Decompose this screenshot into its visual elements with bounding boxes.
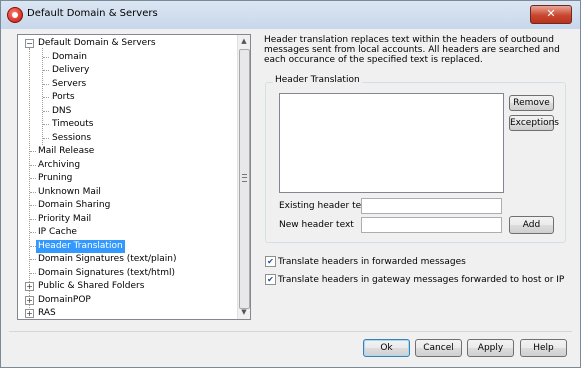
tree-item-pruning[interactable]: Pruning	[36, 172, 74, 185]
translate-forwarded-label[interactable]: Translate headers in forwarded messages	[278, 257, 466, 267]
tree-item-header-translation[interactable]: Header Translation	[36, 240, 125, 253]
add-button[interactable]: Add	[509, 216, 554, 234]
tree-line	[43, 84, 49, 85]
new-header-label: New header text	[279, 220, 354, 230]
expand-icon[interactable]: +	[25, 282, 34, 291]
collapse-icon[interactable]: −	[25, 39, 34, 48]
tree-item-ports[interactable]: Ports	[50, 91, 77, 104]
tree-item-public-shared-folders[interactable]: Public & Shared Folders	[36, 280, 146, 293]
dialog-window: Default Domain & Servers ✕ − Default Dom…	[0, 0, 581, 368]
existing-header-label: Existing header text	[279, 201, 370, 211]
expand-icon[interactable]: +	[25, 309, 34, 318]
scroll-up-icon[interactable]: ▲	[238, 35, 250, 47]
tree-item-dns[interactable]: DNS	[50, 105, 73, 118]
exceptions-button[interactable]: Exceptions	[509, 115, 559, 131]
tree-line	[29, 48, 30, 319]
tree-line	[43, 111, 49, 112]
ok-button[interactable]: Ok	[363, 339, 410, 357]
tree-item-domain-signatures-html[interactable]: Domain Signatures (text/html)	[36, 267, 177, 280]
footer-divider	[9, 331, 572, 332]
translate-gateway-label[interactable]: Translate headers in gateway messages fo…	[278, 275, 564, 285]
tree-item-delivery[interactable]: Delivery	[50, 64, 91, 77]
tree-item-domain-sharing[interactable]: Domain Sharing	[36, 199, 112, 212]
page-description: Header translation replaces text within …	[264, 35, 560, 65]
tree-line	[43, 97, 49, 98]
grip-icon	[242, 174, 247, 182]
translate-forwarded-checkbox[interactable]: ✔	[265, 256, 276, 267]
tree-item-ras[interactable]: RAS	[36, 307, 58, 319]
tree-item-domain[interactable]: Domain	[50, 51, 89, 64]
tree-item-priority-mail[interactable]: Priority Mail	[36, 213, 93, 226]
tree-item-default-domain[interactable]: Default Domain & Servers	[36, 37, 158, 50]
group-label: Header Translation	[273, 75, 362, 85]
tree-item-unknown-mail[interactable]: Unknown Mail	[36, 186, 103, 199]
tree-scrollbar[interactable]: ▲ ▼	[237, 35, 250, 319]
settings-tree[interactable]: − Default Domain & Servers Domain Delive…	[17, 34, 251, 320]
tree-line	[43, 138, 49, 139]
scroll-down-icon[interactable]: ▼	[238, 306, 250, 318]
remove-button[interactable]: Remove	[509, 95, 554, 111]
translate-gateway-checkbox[interactable]: ✔	[265, 274, 276, 285]
cancel-button[interactable]: Cancel	[415, 339, 462, 357]
tree-item-domain-signatures-plain[interactable]: Domain Signatures (text/plain)	[36, 253, 179, 266]
tree-item-timeouts[interactable]: Timeouts	[50, 118, 95, 131]
help-button[interactable]: Help	[520, 339, 567, 357]
translation-list[interactable]	[279, 93, 504, 193]
tree-item-archiving[interactable]: Archiving	[36, 159, 82, 172]
window-title: Default Domain & Servers	[27, 8, 158, 19]
tree-item-sessions[interactable]: Sessions	[50, 132, 93, 145]
scroll-thumb[interactable]	[239, 49, 250, 309]
app-logo-icon	[7, 7, 23, 23]
tree-item-ip-cache[interactable]: IP Cache	[36, 226, 79, 239]
close-button[interactable]: ✕	[530, 5, 572, 24]
tree-item-domainpop[interactable]: DomainPOP	[36, 294, 93, 307]
tree-item-mail-release[interactable]: Mail Release	[36, 145, 96, 158]
new-header-field[interactable]	[361, 217, 502, 233]
tree-line	[43, 57, 49, 58]
tree-line	[43, 124, 49, 125]
expand-icon[interactable]: +	[25, 296, 34, 305]
existing-header-field[interactable]	[361, 198, 502, 214]
title-bar[interactable]: Default Domain & Servers ✕	[1, 1, 580, 29]
apply-button[interactable]: Apply	[467, 339, 514, 357]
tree-item-servers[interactable]: Servers	[50, 78, 88, 91]
tree-line	[43, 70, 49, 71]
